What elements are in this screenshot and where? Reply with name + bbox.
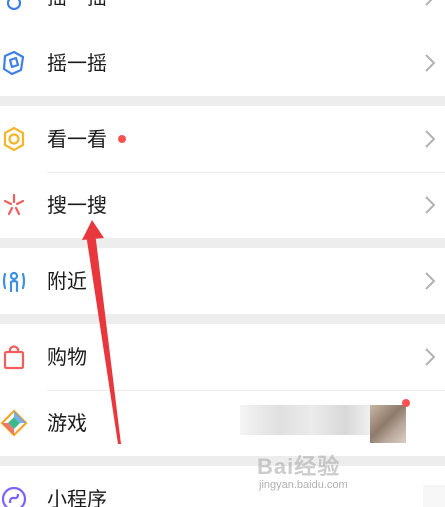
menu-item-label: 购物	[47, 345, 87, 369]
location-person-icon	[2, 271, 26, 293]
menu-group-1: 摇一摇	[0, 0, 445, 30]
mini-program-icon	[1, 486, 27, 507]
menu-item-nearby[interactable]: 附近	[0, 248, 445, 314]
chevron-right-icon	[425, 348, 436, 366]
menu-item-search[interactable]: 搜一搜	[0, 172, 445, 238]
shopping-bag-icon	[3, 345, 25, 370]
menu-item-label: 摇一摇	[47, 0, 107, 30]
chevron-right-icon	[425, 54, 436, 72]
chevron-right-icon	[425, 196, 436, 214]
menu-group-2b: 看一看 搜一搜	[0, 106, 445, 238]
look-icon	[3, 126, 25, 152]
watermark: Bai经验 jingyan.baidu.com	[257, 445, 417, 497]
shake-icon	[6, 0, 22, 11]
menu-item-label: 摇一摇	[47, 51, 107, 75]
menu-item-label: 搜一搜	[47, 193, 107, 217]
menu-group-3: 附近	[0, 248, 445, 314]
menu-item-label: 附近	[47, 269, 87, 293]
blurred-promo-text	[240, 405, 372, 435]
unread-badge	[402, 399, 410, 407]
menu-item-look[interactable]: 看一看	[0, 106, 445, 172]
search-star-icon	[3, 193, 25, 216]
watermark-brand: Bai经验	[257, 454, 341, 479]
chevron-right-icon	[425, 0, 433, 6]
game-diamond-icon	[0, 409, 28, 437]
menu-group-2: 摇一摇	[0, 30, 445, 96]
corner-qr-fragment	[423, 485, 445, 507]
unread-badge	[118, 135, 126, 143]
chevron-right-icon	[425, 130, 436, 148]
chevron-right-icon	[425, 272, 436, 290]
shake-icon	[2, 50, 25, 76]
watermark-url: jingyan.baidu.com	[259, 479, 348, 491]
promo-thumbnail[interactable]	[370, 405, 406, 443]
menu-item-top[interactable]: 摇一摇	[0, 0, 445, 30]
menu-item-label: 游戏	[47, 411, 87, 435]
menu-item-label: 小程序	[47, 487, 107, 507]
menu-item-shopping[interactable]: 购物	[0, 324, 445, 390]
menu-item-label: 看一看	[47, 127, 107, 151]
menu-item-shake[interactable]: 摇一摇	[0, 30, 445, 96]
